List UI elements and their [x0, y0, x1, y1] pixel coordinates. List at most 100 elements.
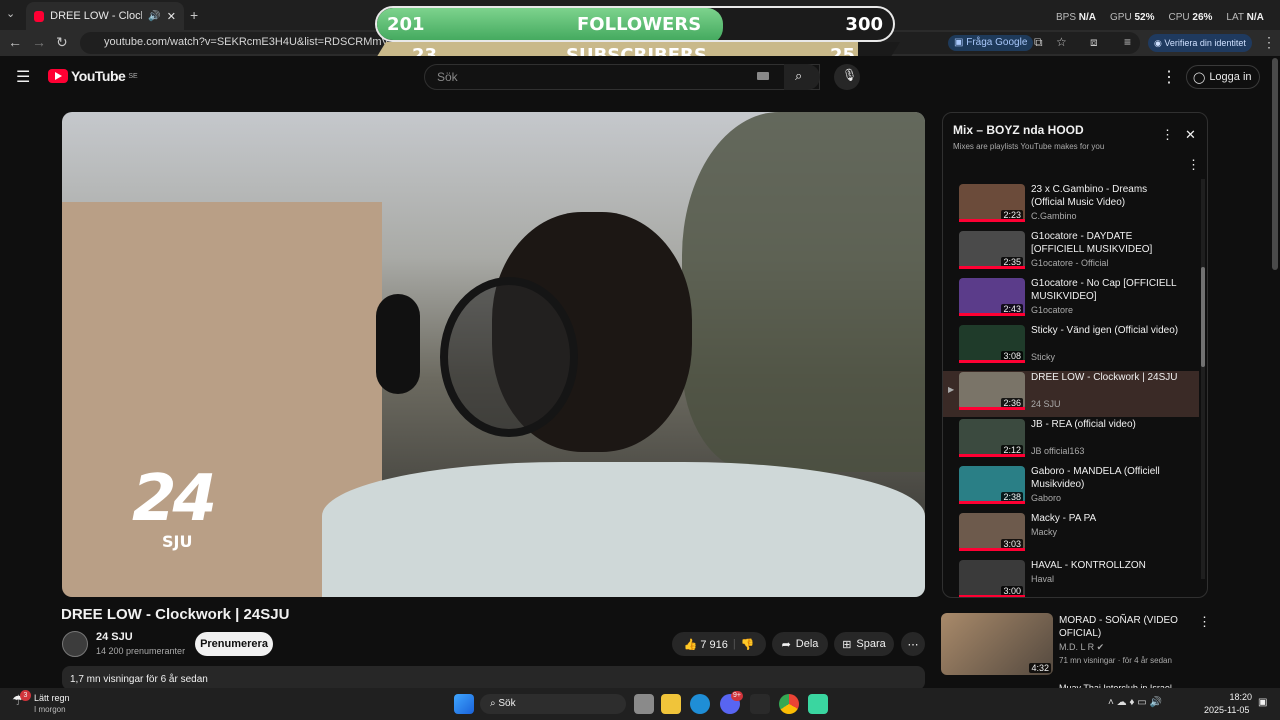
playlist-scroll-thumb[interactable]	[1201, 267, 1205, 367]
back-icon[interactable]: ←	[8, 31, 22, 53]
account-icon: ◯	[1193, 71, 1206, 84]
playlist-thumbnail[interactable]: 3:00	[959, 560, 1025, 597]
recommended-meta: 71 mn visningar · för 4 år sedan	[1059, 656, 1172, 665]
watched-progress-bar	[959, 454, 1025, 457]
extensions-icon[interactable]: ⧈	[1090, 31, 1098, 53]
playlist-thumbnail[interactable]: 2:12	[959, 419, 1025, 457]
watched-progress-bar	[959, 219, 1025, 222]
playlist-panel: Mix – BOYZ nda HOOD Mixes are playlists …	[942, 112, 1208, 598]
playlist-thumbnail[interactable]: 3:08	[959, 325, 1025, 363]
playlist-item[interactable]: 3:08 Sticky - Vänd igen (Official video) S…	[943, 324, 1199, 370]
playlist-item[interactable]: 3:03 Macky - PA PA Macky	[943, 512, 1199, 558]
system-tray-icons[interactable]: ˄ ☁ ♦ ▭ 🔊	[1108, 697, 1162, 708]
playlist-title: Mix – BOYZ nda HOOD	[953, 123, 1084, 137]
file-explorer-icon[interactable]	[661, 694, 681, 714]
dislike-button[interactable]: 👎	[741, 638, 755, 651]
forward-icon[interactable]: →	[32, 31, 46, 53]
verify-identity-button[interactable]: ◉ Verifiera din identitet	[1148, 34, 1252, 52]
login-button[interactable]: ◯ Logga in	[1186, 65, 1260, 89]
tree-image	[682, 112, 925, 472]
menu-kebab-icon[interactable]: ⋮	[1262, 31, 1276, 53]
browser-tab[interactable]: DREE LOW - Clockwork | 24 🔊 ✕	[26, 2, 184, 30]
tab-title: DREE LOW - Clockwork | 24	[50, 10, 142, 22]
save-button[interactable]: ⊞ Spara	[834, 632, 894, 656]
microphone-icon: 🎙	[842, 68, 858, 82]
ask-google-button[interactable]: ▣ Fråga Google	[948, 35, 1034, 51]
reading-list-icon[interactable]: ≡	[1124, 31, 1131, 53]
playlist-item-channel: Gaboro	[1031, 493, 1062, 503]
youtube-logo[interactable]: YouTube SE	[48, 68, 138, 84]
clock-time[interactable]: 18:20	[1212, 692, 1252, 702]
playlist-item-channel: JB official163	[1031, 446, 1085, 456]
playlist-item[interactable]: 2:36 ▶ DREE LOW - Clockwork | 24SJU 24 SJU	[943, 371, 1199, 417]
playlist-thumbnail[interactable]: 3:03	[959, 513, 1025, 551]
more-actions-button[interactable]: ⋯	[901, 632, 925, 656]
channel-name[interactable]: 24 SJU	[96, 631, 133, 643]
playlist-item-title: Gaboro - MANDELA (Officiell Musikvideo)	[1031, 466, 1160, 490]
streaming-app-icon[interactable]	[808, 694, 828, 714]
playlist-item-channel: Sticky	[1031, 352, 1056, 362]
playlist-item[interactable]: 2:23 23 x C.Gambino - Dreams (Official Mu…	[943, 183, 1199, 229]
bookmark-star-icon[interactable]: ☆	[1056, 31, 1067, 53]
settings-kebab-icon[interactable]: ⋮	[1161, 67, 1177, 87]
performer-shirt-image	[322, 462, 925, 597]
voice-search-button[interactable]: 🎙	[834, 64, 860, 90]
stat-bps: BPS N/A	[1056, 12, 1097, 23]
watched-progress-bar	[959, 313, 1025, 316]
playlist-item[interactable]: 2:43 G1ocatore - No Cap [OFFICIELL MUSIKV…	[943, 277, 1199, 323]
speaker-icon[interactable]: 🔊	[148, 11, 160, 22]
watched-progress-bar	[959, 360, 1025, 363]
search-input[interactable]: Sök	[424, 64, 820, 90]
notification-center-icon[interactable]: ▣	[1258, 697, 1267, 708]
video-player[interactable]: 24 SJU	[62, 112, 925, 597]
clock-date[interactable]: 2025-11-05	[1204, 705, 1249, 715]
new-tab-icon[interactable]: +	[190, 4, 198, 26]
playlist-item[interactable]: 2:38 Gaboro - MANDELA (Officiell Musikvid…	[943, 465, 1199, 511]
share-button[interactable]: ➦ Dela	[772, 632, 828, 656]
playlist-options-icon[interactable]: ⋮	[1161, 127, 1174, 143]
save-icon: ⊞	[842, 638, 852, 651]
playlist-thumbnail[interactable]: 2:23	[959, 184, 1025, 222]
subscribe-button[interactable]: Prenumerera	[195, 632, 273, 656]
playlist-close-icon[interactable]: ✕	[1185, 127, 1196, 143]
recommended-title[interactable]: MORAD - SOÑAR (VIDEO OFICIAL)	[1059, 614, 1189, 640]
playlist-thumbnail[interactable]: 2:36	[959, 372, 1025, 410]
reload-icon[interactable]: ↻	[56, 31, 68, 53]
description-box[interactable]: 1,7 mn visningar för 6 år sedan	[62, 666, 925, 690]
channel-avatar[interactable]	[62, 631, 88, 657]
app-icon[interactable]	[750, 694, 770, 714]
share-icon: ➦	[781, 638, 791, 651]
chrome-icon[interactable]	[779, 694, 799, 714]
edge-icon[interactable]	[690, 694, 710, 714]
followers-label: FOLLOWERS	[577, 14, 702, 35]
playlist-item[interactable]: 2:12 JB - REA (official video) JB official…	[943, 418, 1199, 464]
task-view-icon[interactable]	[634, 694, 654, 714]
windows-start-icon[interactable]	[454, 694, 474, 714]
search-button[interactable]: ⌕	[784, 64, 820, 90]
playlist-thumbnail[interactable]: 2:43	[959, 278, 1025, 316]
playlist-item-title: Sticky - Vänd igen (Official video)	[1031, 325, 1179, 336]
recommended-options-icon[interactable]: ⋮	[1198, 614, 1211, 630]
tab-close-icon[interactable]: ✕	[167, 10, 176, 23]
tab-search-chevron-icon[interactable]: ⌄	[6, 3, 15, 25]
followers-goal: 300	[845, 14, 883, 35]
playlist-more-icon[interactable]: ⋮	[1187, 157, 1200, 173]
playlist-thumbnail[interactable]: 2:35	[959, 231, 1025, 269]
playlist-thumbnail[interactable]: 2:38	[959, 466, 1025, 504]
watched-progress-bar	[959, 595, 1025, 597]
like-button[interactable]: 👍 7 916	[684, 638, 728, 651]
keyboard-icon[interactable]	[757, 72, 769, 80]
search-icon: ⌕	[795, 68, 803, 83]
playlist-scrollbar[interactable]	[1201, 179, 1205, 579]
cast-icon[interactable]: ⧉	[1034, 31, 1043, 53]
playlist-item-title: G1ocatore - DAYDATE [OFFICIELL MUSIKVIDE…	[1031, 231, 1153, 255]
recommended-thumbnail[interactable]: 4:32	[941, 613, 1053, 675]
weather-subtitle: I morgon	[34, 705, 66, 714]
playlist-item[interactable]: 2:35 G1ocatore - DAYDATE [OFFICIELL MUSIK…	[943, 230, 1199, 276]
discord-notification-badge: 9+	[731, 691, 743, 701]
hamburger-menu-icon[interactable]: ☰	[16, 67, 30, 87]
page-scrollbar-thumb[interactable]	[1272, 58, 1278, 270]
taskbar-search[interactable]: ⌕ Sök	[480, 694, 626, 714]
video-title: DREE LOW - Clockwork | 24SJU	[61, 606, 290, 623]
playlist-item[interactable]: 3:00 HAVAL - KONTROLLZON Haval	[943, 559, 1199, 597]
